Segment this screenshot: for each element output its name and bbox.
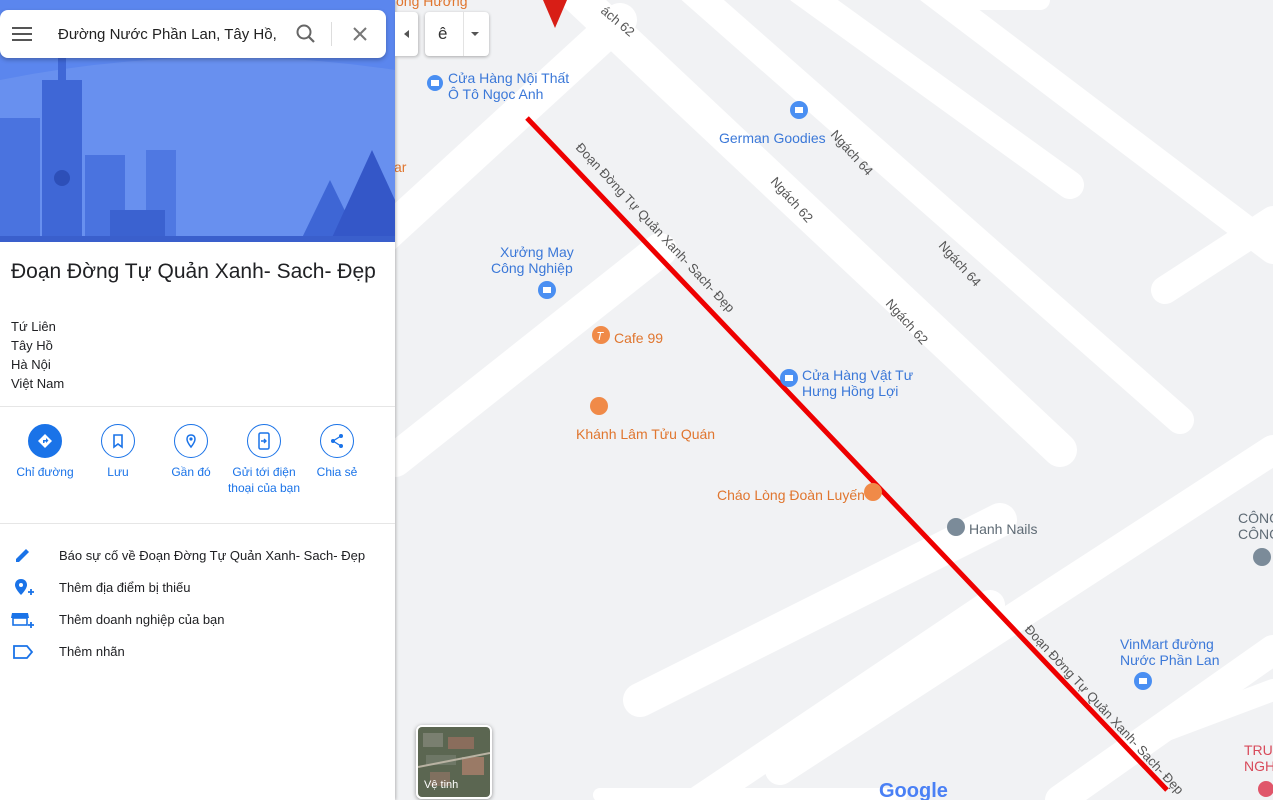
label-icon (13, 645, 34, 659)
poi-label: Cửa Hàng Nội Thất (448, 70, 569, 86)
address-line: Tứ Liên (11, 319, 56, 334)
address-line: Việt Nam (11, 376, 65, 391)
poi-label: NGH (1244, 758, 1273, 774)
poi-label: Khánh Lâm Tửu Quán (576, 426, 715, 442)
svg-text:𝑇: 𝑇 (597, 331, 604, 343)
search-divider (331, 22, 332, 46)
add-business-icon (11, 613, 34, 628)
divider (0, 523, 395, 524)
poi-label: Nước Phần Lan (1120, 652, 1220, 668)
poi-label: VinMart đường (1120, 636, 1214, 652)
clear-search-button[interactable] (346, 20, 374, 48)
poi-label-top-partial: ong Hương (396, 0, 467, 9)
nearby-button[interactable]: Gần đó (153, 424, 229, 480)
poi-label: Cháo Lòng Đoàn Luyến (717, 487, 865, 503)
search-button[interactable] (292, 20, 320, 48)
link-label: Thêm nhãn (59, 644, 125, 659)
action-label: Chỉ đường (16, 465, 74, 479)
nearby-icon (174, 424, 208, 458)
address-line: Tây Hồ (11, 338, 53, 353)
action-label: Lưu (107, 465, 129, 479)
poi-hanh-nails[interactable]: Hanh Nails (947, 518, 1037, 537)
poi-label: Hưng Hồng Lợi (802, 383, 898, 399)
action-label: Gửi tới điện thoại của bạn (227, 465, 301, 495)
poi-label: CÔNG (1238, 526, 1273, 542)
satellite-label: Vệ tinh (424, 779, 459, 791)
satellite-layer-button[interactable]: Vệ tinh (416, 725, 492, 799)
bookmark-icon (101, 424, 135, 458)
link-label: Thêm địa điểm bị thiếu (59, 580, 191, 595)
poi-label: Cửa Hàng Vật Tư (802, 367, 913, 383)
poi-label: Công Nghiệp (491, 260, 573, 276)
add-business-link[interactable]: Thêm doanh nghiệp của bạn (0, 605, 395, 635)
share-button[interactable]: Chia sẻ (299, 424, 375, 480)
input-tools-value: ê (438, 24, 448, 43)
poi-label: Xưởng May (500, 244, 574, 260)
control-divider (463, 12, 464, 56)
poi-label: Ô Tô Ngọc Anh (448, 86, 543, 102)
add-missing-place-link[interactable]: Thêm địa điểm bị thiếu (0, 573, 395, 603)
pencil-icon (16, 549, 29, 562)
poi-label: CÔNG (1238, 510, 1273, 526)
poi-label: TRU (1244, 742, 1273, 758)
search-icon (296, 24, 315, 43)
place-title: Đoạn Đờng Tự Quản Xanh- Sach- Đẹp (11, 260, 376, 283)
poi-label-ar-partial: ar (394, 159, 407, 175)
search-input[interactable] (58, 20, 282, 48)
add-label-link[interactable]: Thêm nhãn (0, 637, 395, 667)
add-place-icon (15, 579, 34, 595)
menu-button[interactable] (10, 22, 36, 46)
action-label: Gần đó (171, 465, 211, 479)
directions-icon (28, 424, 62, 458)
link-label: Thêm doanh nghiệp của bạn (59, 612, 225, 627)
send-to-phone-button[interactable]: Gửi tới điện thoại của bạn (226, 424, 302, 496)
place-panel: Đoạn Đờng Tự Quản Xanh- Sach- Đẹp Tứ Liê… (0, 0, 395, 800)
place-address: Tứ Liên Tây Hồ Hà Nội Việt Nam (11, 317, 64, 393)
directions-button[interactable]: Chỉ đường (7, 424, 83, 480)
save-button[interactable]: Lưu (80, 424, 156, 480)
divider (0, 406, 395, 407)
google-logo: Google (879, 780, 948, 800)
report-issue-link[interactable]: Báo sự cố về Đoạn Đờng Tự Quản Xanh- Sac… (0, 541, 395, 571)
action-label: Chia sẻ (316, 465, 358, 479)
collapse-panel-button[interactable] (395, 12, 418, 56)
address-line: Hà Nội (11, 357, 51, 372)
search-box (0, 10, 386, 58)
close-icon (353, 27, 367, 41)
poi-label: Hanh Nails (969, 521, 1037, 537)
input-tools-control[interactable]: ê (425, 12, 489, 56)
dropdown-arrow-icon[interactable] (469, 29, 481, 39)
send-to-phone-icon (247, 424, 281, 458)
poi-label: Cafe 99 (614, 330, 663, 346)
link-label: Báo sự cố về Đoạn Đờng Tự Quản Xanh- Sac… (59, 548, 366, 563)
poi-label: German Goodies (719, 130, 826, 146)
share-icon (320, 424, 354, 458)
chevron-left-icon (404, 30, 409, 38)
